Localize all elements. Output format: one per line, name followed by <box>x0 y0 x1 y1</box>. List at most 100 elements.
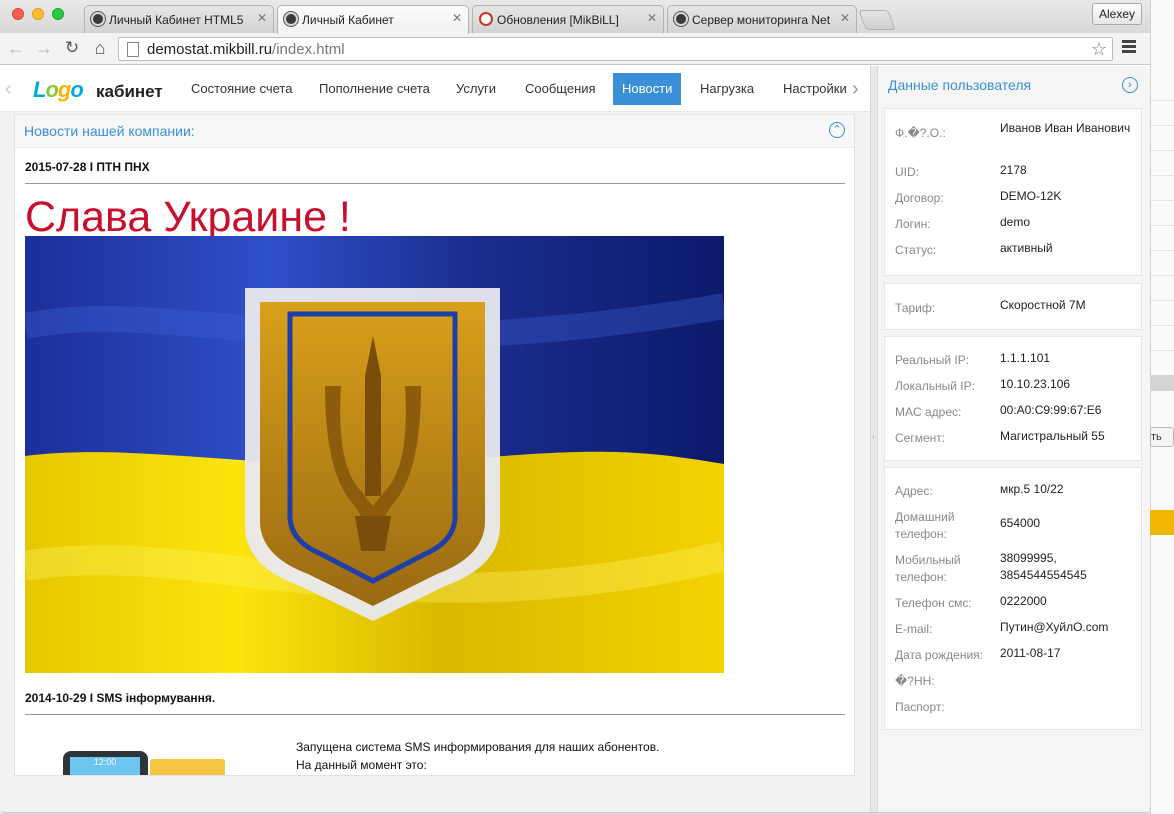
nav-scroll-left-icon[interactable]: ‹ <box>5 78 12 101</box>
collapse-chevron-up-icon[interactable]: ⌃ <box>829 122 845 138</box>
tab-title: Обновления [MikBiLL] <box>497 13 619 27</box>
tab-title: Личный Кабинет <box>302 13 394 27</box>
field-value: Путин@ХуйлО.com <box>1000 620 1109 634</box>
field-value: мкр.5 10/22 <box>1000 482 1064 496</box>
divider <box>1151 100 1174 101</box>
nav-item-news[interactable]: Новости <box>613 73 681 105</box>
logo-text: кабинет <box>96 82 163 101</box>
page-icon <box>127 42 139 57</box>
forward-arrow-icon[interactable]: → <box>33 37 55 59</box>
field-value: 1.1.1.101 <box>1000 351 1051 365</box>
field-value: demo <box>1000 215 1031 229</box>
field-label: Мобильный телефон: <box>895 553 961 584</box>
reload-icon[interactable]: ↻ <box>61 37 83 59</box>
browser-tab-3[interactable]: Обновления [MikBiLL] ✕ <box>472 5 664 34</box>
field-label: Реальный IP: <box>895 353 970 367</box>
field-label: Логин: <box>895 217 931 231</box>
address-bar[interactable]: demostat.mikbill.ru/index.html ☆ <box>118 37 1113 61</box>
news-panel: Новости нашей компании: ⌃ 2015-07-28 I П… <box>14 114 855 776</box>
field-label: UID: <box>895 165 919 179</box>
site-favicon-icon <box>91 12 105 26</box>
personal-info-card: Ф.�?.О.: Иванов Иван Иванович UID: 2178 … <box>884 108 1142 276</box>
tariff-card: Тариф: Скоростной 7M <box>884 283 1142 330</box>
field-label: Договор: <box>895 191 944 205</box>
field-value: 2178 <box>1000 163 1027 177</box>
field-value: Скоростной 7M <box>1000 298 1086 312</box>
nav-item-settings[interactable]: Настройки <box>774 73 856 105</box>
divider <box>1151 200 1174 201</box>
field-label: Домашний телефон: <box>895 510 955 541</box>
divider <box>1151 150 1174 151</box>
field-label: MAC адрес: <box>895 405 962 419</box>
field-value: 2011-08-17 <box>1000 646 1061 660</box>
background-window-button[interactable]: ть <box>1150 427 1174 447</box>
field-value: активный <box>1000 241 1053 255</box>
browser-tab-4[interactable]: Сервер мониторинга Net ✕ <box>667 5 857 34</box>
site-favicon-icon <box>284 12 298 26</box>
contacts-card: Адрес: мкр.5 10/22 Домашний телефон: 654… <box>884 467 1142 730</box>
back-arrow-icon[interactable]: ← <box>5 37 27 59</box>
ukraine-flag-image <box>25 236 724 673</box>
field-value: DEMO-12K <box>1000 189 1062 203</box>
divider <box>1151 175 1174 176</box>
browser-menu-icon[interactable] <box>1122 40 1136 54</box>
divider <box>1151 325 1174 326</box>
top-navigation: ‹ Logo кабинет Состояние счета Пополнени… <box>0 66 870 112</box>
envelope-icon <box>150 759 225 775</box>
url-text: demostat.mikbill.ru/index.html <box>147 41 345 58</box>
field-value: 10.10.23.106 <box>1000 377 1071 391</box>
background-window-highlight <box>1150 510 1174 535</box>
bookmark-star-icon[interactable]: ☆ <box>1091 39 1107 60</box>
tab-close-icon[interactable]: ✕ <box>647 11 657 25</box>
chevron-right-circle-icon[interactable]: › <box>1122 77 1138 93</box>
field-label: Локальный IP: <box>895 379 975 393</box>
news-item-date-title: 2014-10-29 I SMS інформування. <box>25 691 216 705</box>
nav-item-load[interactable]: Нагрузка <box>691 73 763 105</box>
tab-strip: Личный Кабинет HTML5 ✕ Личный Кабинет ✕ … <box>0 0 1150 34</box>
field-label: Статус: <box>895 243 937 257</box>
field-label: Ф.�?.О.: <box>895 126 946 140</box>
main-content: ‹ Logo кабинет Состояние счета Пополнени… <box>0 66 870 812</box>
news-item-date-title: 2015-07-28 I ПТН ПНХ <box>25 160 150 174</box>
nav-item-services[interactable]: Услуги <box>447 73 505 105</box>
tab-close-icon[interactable]: ✕ <box>452 11 462 25</box>
panel-splitter[interactable]: › <box>870 66 878 812</box>
sidebar-title: Данные пользователя <box>888 77 1032 93</box>
profile-button[interactable]: Alexey <box>1092 3 1142 25</box>
user-data-sidebar: Данные пользователя › Ф.�?.О.: Иванов Ив… <box>878 66 1150 812</box>
field-label: Тариф: <box>895 301 936 315</box>
splitter-handle-icon[interactable]: › <box>872 431 875 441</box>
field-value: Магистральный 55 <box>1000 429 1105 443</box>
field-label: Телефон смс: <box>895 596 972 610</box>
nav-item-top-up[interactable]: Пополнение счета <box>310 73 439 105</box>
mikbill-favicon-icon <box>479 12 493 26</box>
divider <box>1151 125 1174 126</box>
field-label: Сегмент: <box>895 431 946 445</box>
browser-tab-2[interactable]: Личный Кабинет ✕ <box>277 5 469 34</box>
field-value: 0222000 <box>1000 594 1047 608</box>
new-tab-button[interactable] <box>858 10 896 30</box>
tab-close-icon[interactable]: ✕ <box>257 11 267 25</box>
nav-scroll-right-icon[interactable]: › <box>852 78 859 101</box>
browser-tab-1[interactable]: Личный Кабинет HTML5 ✕ <box>84 5 274 34</box>
browser-window: Личный Кабинет HTML5 ✕ Личный Кабинет ✕ … <box>0 0 1150 812</box>
divider <box>1151 275 1174 276</box>
news-panel-title: Новости нашей компании: <box>24 123 195 139</box>
field-value: 38099995, 3854544554545 <box>1000 551 1087 582</box>
window-minimize-button[interactable] <box>32 8 44 20</box>
field-value: Иванов Иван Иванович <box>1000 121 1131 135</box>
news-headline: Слава Украине ! <box>25 193 351 241</box>
window-close-button[interactable] <box>12 8 24 20</box>
home-icon[interactable]: ⌂ <box>89 37 111 59</box>
nav-item-account-status[interactable]: Состояние счета <box>182 73 301 105</box>
logo-mark: Logo <box>33 77 84 102</box>
news-body-line: На данный момент это: <box>296 758 427 772</box>
nav-item-messages[interactable]: Сообщения <box>516 73 605 105</box>
tab-close-icon[interactable]: ✕ <box>840 11 850 25</box>
window-maximize-button[interactable] <box>52 8 64 20</box>
field-label: Дата рождения: <box>895 648 983 662</box>
browser-toolbar: ← → ↻ ⌂ demostat.mikbill.ru/index.html ☆ <box>0 33 1150 65</box>
divider <box>25 714 845 715</box>
web-page: ‹ Logo кабинет Состояние счета Пополнени… <box>0 66 1150 812</box>
divider <box>1151 350 1174 351</box>
